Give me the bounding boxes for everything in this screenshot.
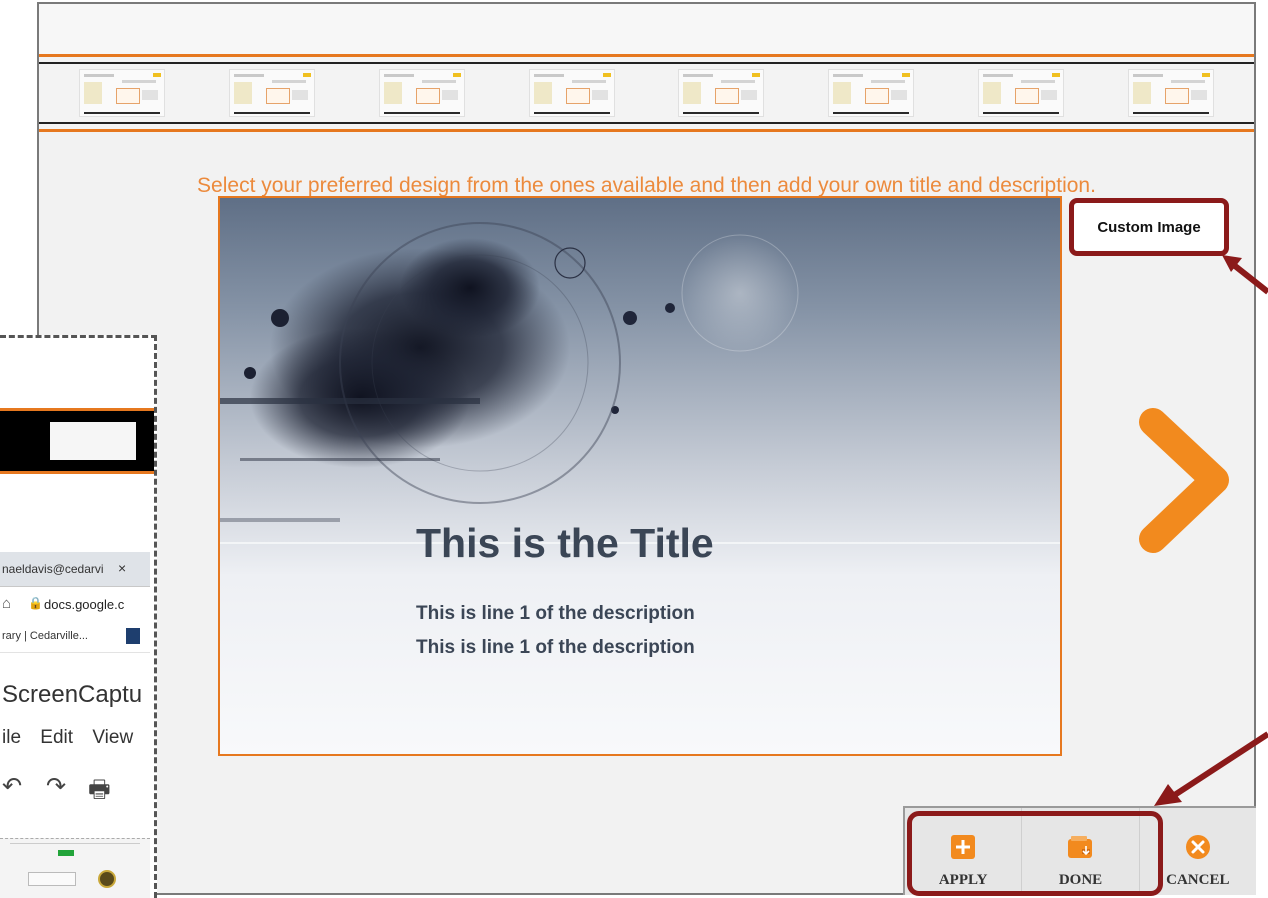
slide-title: This is the Title (416, 520, 714, 566)
x-circle-icon (1185, 835, 1210, 859)
inset-thumbnail-strip (0, 408, 154, 474)
browser-inset-overlay: naeldavis@cedarvi × ⌂ 🔒 docs.google.c ra… (0, 335, 157, 898)
doc-page-preview (0, 838, 150, 898)
cancel-label: CANCEL (1166, 872, 1230, 888)
annotation-arrow-icon (1222, 255, 1268, 295)
instruction-text: Select your preferred design from the on… (197, 174, 1096, 197)
docs-toolbar: ↶ ↷ 🖶 (0, 768, 150, 808)
annotation-arrow-icon (1154, 731, 1268, 806)
design-thumbnail[interactable] (529, 70, 614, 116)
close-icon[interactable]: × (118, 560, 126, 576)
menu-view[interactable]: View (92, 727, 133, 748)
done-button[interactable]: DONE (1022, 808, 1140, 895)
design-thumbnail[interactable] (1129, 70, 1214, 116)
design-thumbnail[interactable] (79, 70, 164, 116)
grunge-background-art (220, 222, 1060, 544)
top-bar (39, 4, 1254, 54)
custom-image-label: Custom Image (1097, 218, 1201, 236)
bookmark-icon[interactable] (126, 628, 140, 644)
design-thumbnail[interactable] (979, 70, 1064, 116)
cancel-button[interactable]: CANCEL (1140, 808, 1256, 895)
chevron-right-icon[interactable] (1135, 408, 1235, 553)
done-label: DONE (1058, 872, 1103, 888)
apply-button[interactable]: APPLY (905, 808, 1023, 895)
menu-file[interactable]: ile (2, 727, 21, 748)
tab-title: naeldavis@cedarvi (2, 562, 104, 576)
document-title[interactable]: ScreenCaptu (2, 681, 142, 709)
design-thumbnail[interactable] (679, 70, 764, 116)
browser-tab[interactable]: naeldavis@cedarvi × (0, 552, 150, 587)
address-bar[interactable]: ⌂ 🔒 docs.google.c (0, 588, 150, 623)
undo-icon[interactable]: ↶ (2, 772, 22, 801)
plus-square-icon (951, 835, 976, 859)
menu-edit[interactable]: Edit (40, 727, 73, 748)
design-thumbnail[interactable] (379, 70, 464, 116)
bookmark-item[interactable]: rary | Cedarville... (2, 630, 88, 642)
docs-menu-bar: ile Edit View (2, 727, 147, 749)
redo-icon[interactable]: ↷ (46, 772, 66, 801)
custom-image-button[interactable]: Custom Image (1069, 198, 1229, 256)
gray-box-shape (28, 872, 76, 886)
green-button-shape (58, 850, 74, 856)
design-thumbnail[interactable] (229, 70, 314, 116)
slide-description-line-1: This is line 1 of the description (416, 603, 695, 624)
slide-description-line-2: This is line 1 of the description (416, 637, 695, 658)
inset-thumbnail (50, 422, 136, 460)
home-icon[interactable]: ⌂ (2, 595, 11, 612)
action-toolbar: APPLY DONE CANCEL (903, 806, 1256, 895)
address-text: docs.google.c (44, 597, 125, 612)
bookmarks-bar: rary | Cedarville... (0, 622, 150, 653)
wallet-download-icon (1068, 836, 1093, 858)
apply-label: APPLY (938, 872, 988, 888)
gold-circle-icon (98, 870, 116, 888)
design-thumbnail[interactable] (829, 70, 914, 116)
print-icon[interactable]: 🖶 (88, 772, 111, 813)
lock-icon: 🔒 (28, 596, 43, 610)
slide-preview[interactable]: This is the Title This is line 1 of the … (218, 196, 1062, 756)
design-thumbnail-strip (39, 54, 1254, 132)
